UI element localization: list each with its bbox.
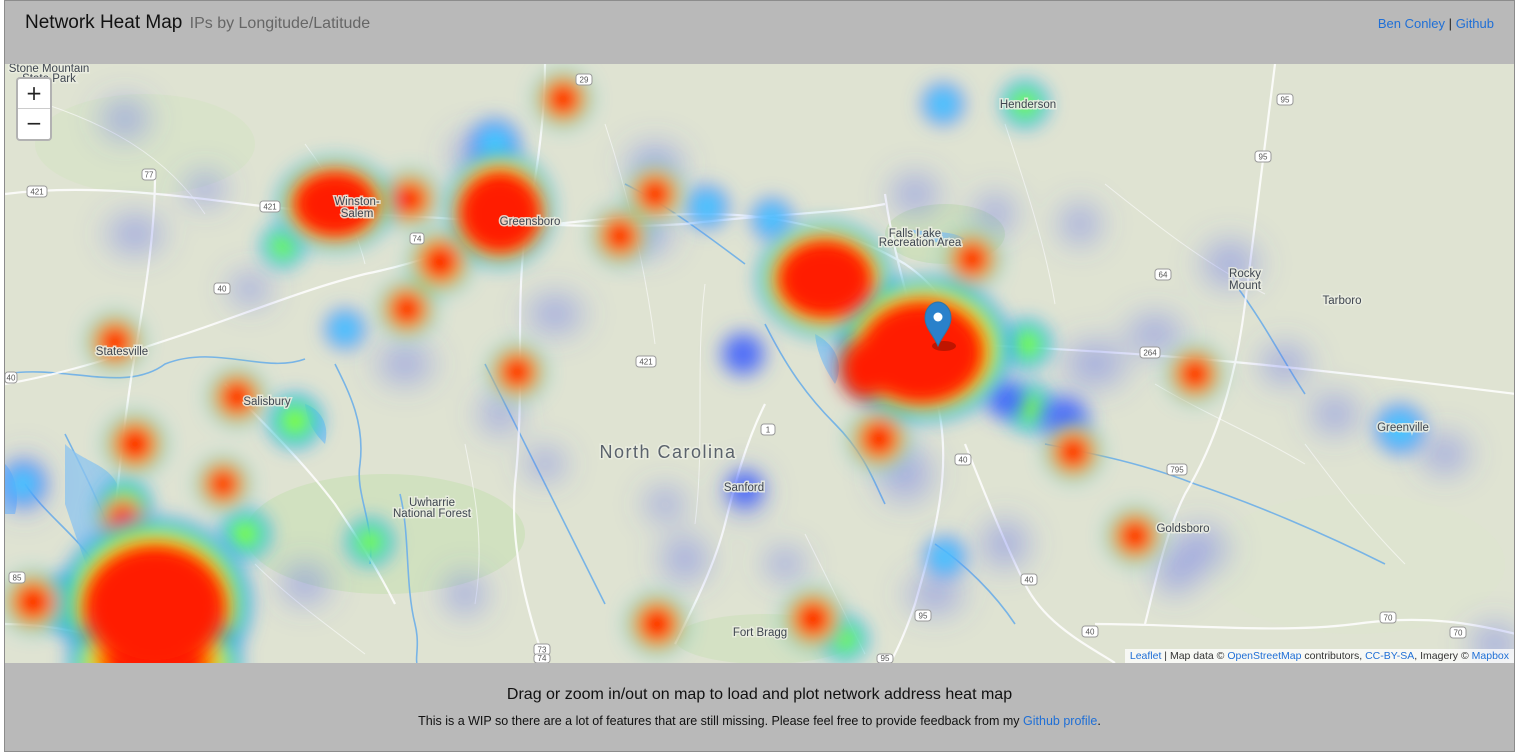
svg-text:40: 40 <box>1086 628 1095 637</box>
svg-text:1: 1 <box>766 426 771 435</box>
osm-link[interactable]: OpenStreetMap <box>1227 650 1301 662</box>
shield-18: 74 <box>533 653 551 663</box>
heat-map[interactable]: 77 421 421 74 40 421 29 95 95 64 264 1 4… <box>5 64 1514 663</box>
footer-note-end: . <box>1097 714 1101 728</box>
author-link[interactable]: Ben Conley <box>1378 16 1445 31</box>
footer-heading: Drag or zoom in/out on map to load and p… <box>506 686 1013 703</box>
svg-text:40: 40 <box>7 374 16 383</box>
shield-14: 795 <box>1166 463 1188 476</box>
attribution-text-3: , Imagery © <box>1414 650 1472 662</box>
map-canvas[interactable]: 77 421 421 74 40 421 29 95 95 64 264 1 4… <box>5 64 1514 663</box>
shield-6: 421 <box>635 355 657 368</box>
svg-text:40: 40 <box>218 285 227 294</box>
place-statesville: Statesville <box>96 346 148 358</box>
place-goldsboro: Goldsboro <box>1156 523 1209 535</box>
place-rocky: Rocky <box>1229 268 1261 280</box>
svg-text:421: 421 <box>639 358 653 367</box>
place-fort-bragg: Fort Bragg <box>733 627 787 639</box>
shield-19: 40 <box>1081 625 1099 638</box>
shield-21: 70 <box>1449 626 1467 639</box>
svg-text:40: 40 <box>1025 576 1034 585</box>
zoom-out-button[interactable]: − <box>18 109 50 138</box>
place-rocky-mount: Mount <box>1229 280 1262 292</box>
shield-11: 264 <box>1139 346 1161 359</box>
title-text: Network Heat Map <box>25 12 183 33</box>
shield-23: 95 <box>876 653 894 663</box>
app-frame: Network Heat Map IPs by Longitude/Latitu… <box>4 0 1515 752</box>
shield-10: 64 <box>1154 268 1172 281</box>
shield-1: 77 <box>141 168 157 181</box>
place-tarboro: Tarboro <box>1323 295 1362 307</box>
svg-text:64: 64 <box>1159 271 1168 280</box>
map-attribution: Leaflet | Map data © OpenStreetMap contr… <box>1124 649 1514 663</box>
footer: Drag or zoom in/out on map to load and p… <box>5 664 1514 751</box>
shield-7: 29 <box>575 73 593 86</box>
place-winston-2: Salem <box>341 208 374 220</box>
footer-note-text: This is a WIP so there are a lot of feat… <box>418 714 1024 728</box>
svg-text:795: 795 <box>1170 466 1184 475</box>
page-title: Network Heat Map IPs by Longitude/Latitu… <box>25 12 370 34</box>
header-links: Ben Conley | Github <box>1378 16 1494 31</box>
shield-13: 40 <box>954 453 972 466</box>
shield-16: 95 <box>914 609 932 622</box>
shield-8: 95 <box>1276 93 1294 106</box>
svg-text:95: 95 <box>881 654 890 663</box>
page-subtitle: IPs by Longitude/Latitude <box>189 15 371 32</box>
shield-4: 74 <box>409 232 425 245</box>
shield-3: 421 <box>259 200 281 213</box>
svg-text:29: 29 <box>580 76 589 85</box>
zoom-in-button[interactable]: + <box>18 79 50 109</box>
svg-text:95: 95 <box>1259 153 1268 162</box>
svg-text:77: 77 <box>145 171 154 180</box>
place-falls-lake-2: Recreation Area <box>879 237 962 249</box>
leaflet-link[interactable]: Leaflet <box>1130 650 1162 662</box>
shield-15: 40 <box>1020 573 1038 586</box>
shield-5: 40 <box>213 282 231 295</box>
github-profile-link[interactable]: Github profile <box>1023 714 1097 728</box>
attribution-text-2: contributors, <box>1301 650 1366 662</box>
place-greensboro: Greensboro <box>500 216 561 228</box>
svg-text:74: 74 <box>538 654 547 663</box>
svg-text:264: 264 <box>1143 349 1157 358</box>
svg-text:85: 85 <box>13 574 22 583</box>
svg-text:74: 74 <box>413 235 422 244</box>
zoom-control: + − <box>16 77 52 141</box>
svg-text:40: 40 <box>959 456 968 465</box>
license-link[interactable]: CC-BY-SA <box>1365 650 1414 662</box>
github-link[interactable]: Github <box>1456 16 1494 31</box>
svg-text:70: 70 <box>1454 629 1463 638</box>
place-greenville: Greenville <box>1377 422 1429 434</box>
svg-text:70: 70 <box>1384 614 1393 623</box>
attribution-text-1: | Map data © <box>1161 650 1228 662</box>
state-label: North Carolina <box>599 442 736 462</box>
place-uwharrie-2: National Forest <box>393 508 472 520</box>
footer-note: This is a WIP so there are a lot of feat… <box>5 714 1514 728</box>
place-henderson: Henderson <box>1000 99 1056 111</box>
header-link-separator: | <box>1448 16 1453 31</box>
svg-text:421: 421 <box>30 188 44 197</box>
shield-9: 95 <box>1254 150 1272 163</box>
shield-20: 70 <box>1379 611 1397 624</box>
place-winston: Winston- <box>334 196 380 208</box>
header-bar: Network Heat Map IPs by Longitude/Latitu… <box>5 1 1514 65</box>
shield-12: 1 <box>760 423 776 436</box>
shield-24: 40 <box>5 371 18 384</box>
svg-text:421: 421 <box>263 203 277 212</box>
shield-2: 421 <box>26 185 48 198</box>
shield-22: 85 <box>8 571 26 584</box>
svg-text:95: 95 <box>1281 96 1290 105</box>
place-salisbury: Salisbury <box>243 396 291 408</box>
svg-text:95: 95 <box>919 612 928 621</box>
place-sanford: Sanford <box>724 482 764 494</box>
mapbox-link[interactable]: Mapbox <box>1472 650 1509 662</box>
